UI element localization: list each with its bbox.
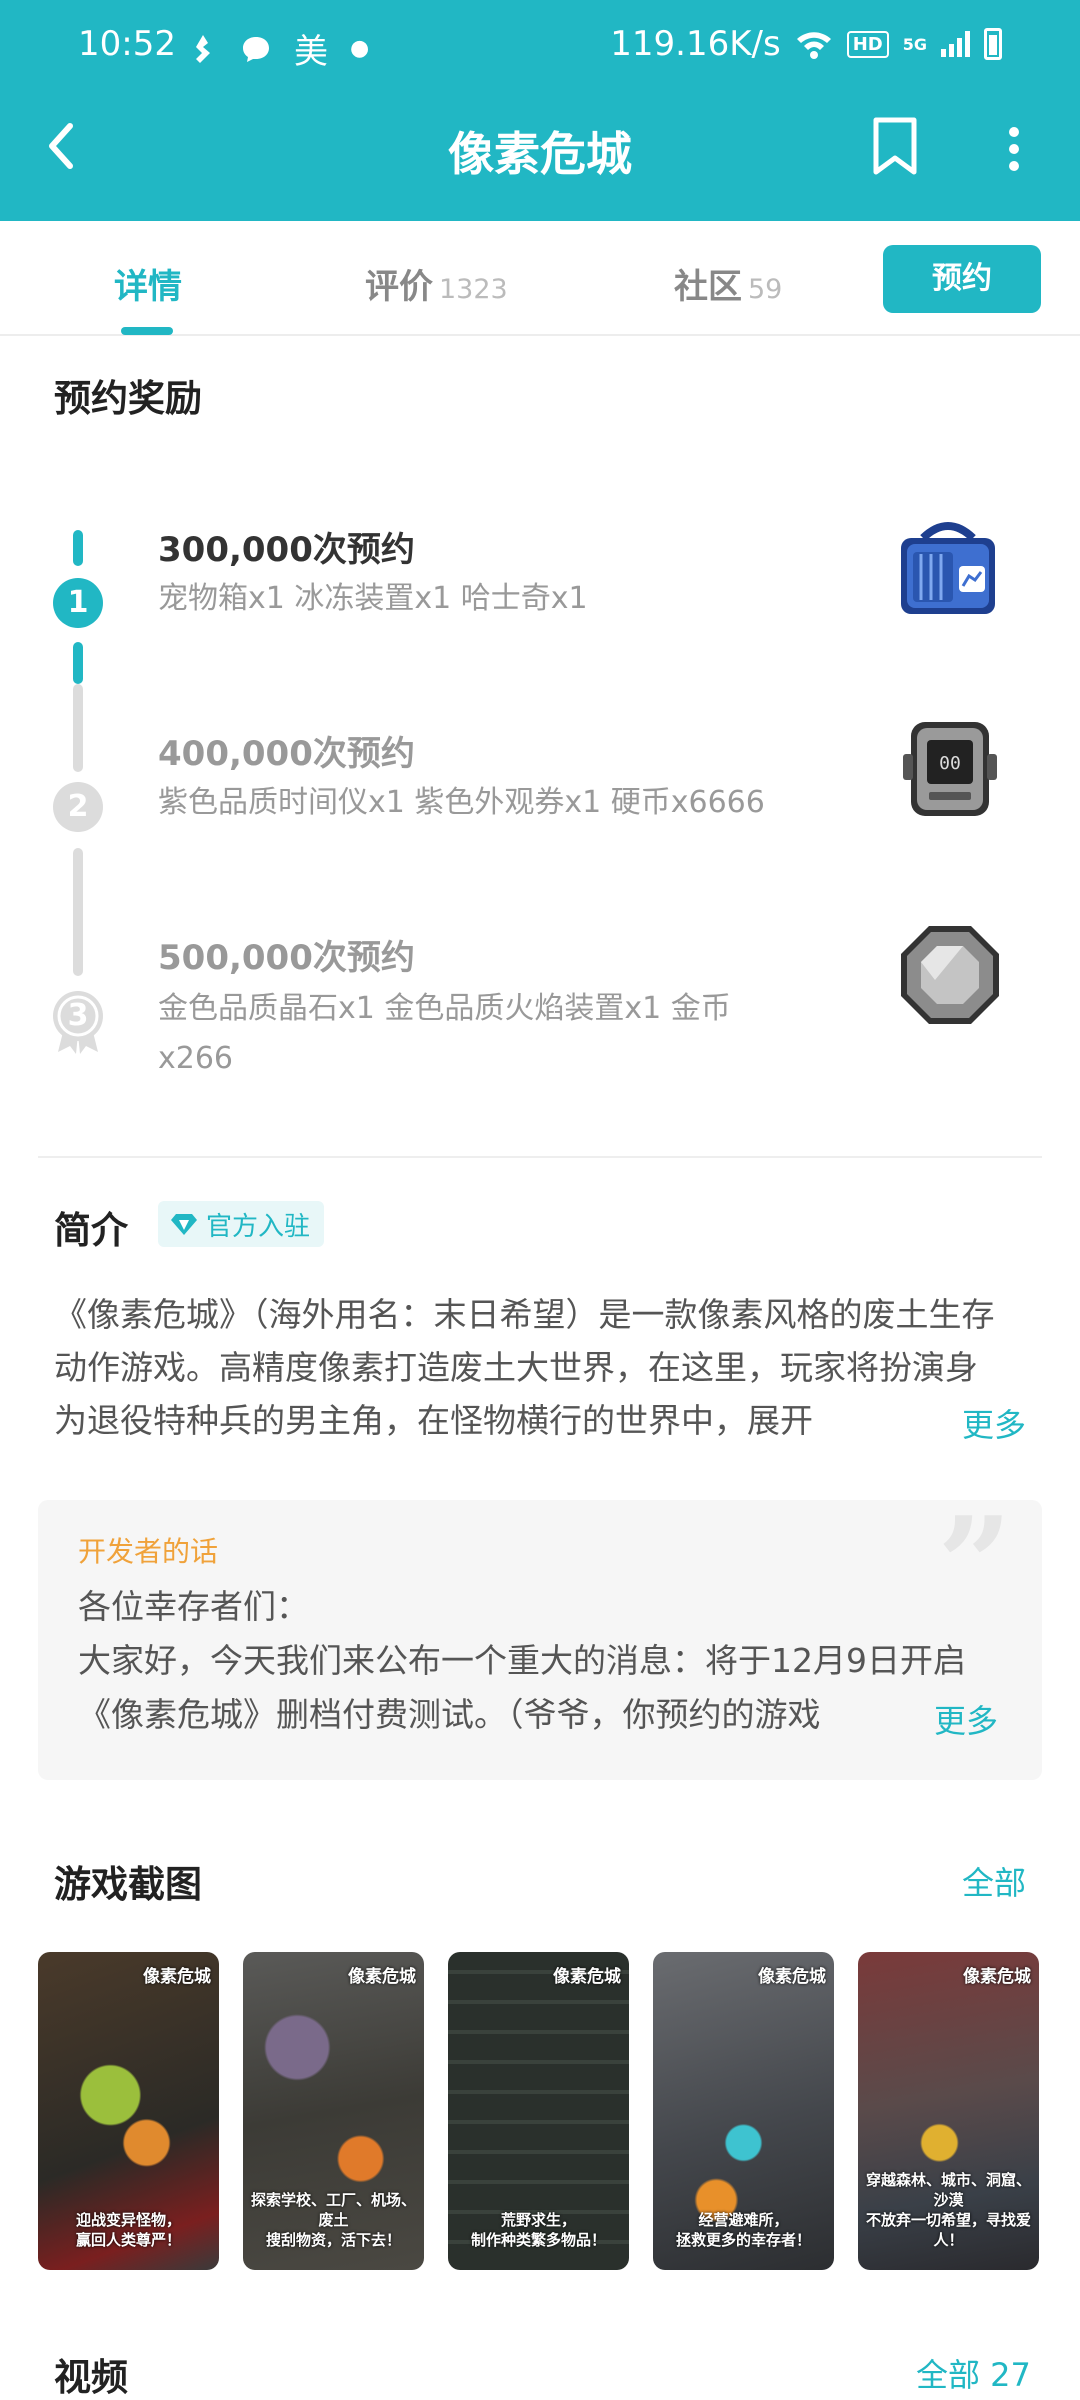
tab-active-indicator: [121, 327, 173, 335]
top-bar: 10:52 美 ● 119.16K/s HD 5G 像素危城: [0, 0, 1080, 221]
status-time: 10:52: [78, 24, 176, 64]
timeline-segment: [73, 684, 83, 772]
svg-text:00: 00: [939, 753, 961, 774]
intro-heading: 简介: [54, 1209, 128, 1252]
tab-details[interactable]: 详情: [114, 259, 182, 308]
bookmark-icon[interactable]: [868, 116, 922, 176]
screenshot-logo: 像素危城: [553, 1967, 621, 1987]
network-type: 5G: [902, 34, 927, 54]
battery-icon: [984, 28, 1002, 60]
status-right: 119.16K/s HD 5G: [610, 24, 1002, 64]
hd-badge: HD: [846, 30, 889, 58]
developer-note-card[interactable]: ” 开发者的话 各位幸存者们： 大家好，今天我们来公布一个重大的消息：将于12月…: [38, 1500, 1042, 1780]
diamond-icon: [171, 1214, 197, 1235]
tab-community-count: 59: [748, 274, 783, 305]
tab-details-label: 详情: [114, 267, 182, 307]
crystal-icon: [901, 926, 999, 1024]
screenshot-thumbnail[interactable]: 像素危城 穿越森林、城市、洞窟、沙漠 不放弃一切希望，寻找爱人！: [858, 1952, 1039, 2270]
developer-note-label: 开发者的话: [78, 1535, 219, 1568]
status-bar: 10:52 美 ● 119.16K/s HD 5G: [0, 0, 1080, 90]
screenshot-caption: 穿越森林、城市、洞窟、沙漠 不放弃一切希望，寻找爱人！: [865, 2171, 1031, 2249]
intro-text: 《像素危城》（海外用名：末日希望）是一款像素风格的废土生存动作游戏。高精度像素打…: [54, 1295, 995, 1440]
status-notification-icons: 美 ●: [188, 24, 369, 73]
signal-icon: [941, 31, 970, 57]
screenshot-caption: 经营避难所， 拯救更多的幸存者！: [675, 2211, 811, 2249]
videos-heading: 视频: [54, 2356, 128, 2399]
screenshots-all-link[interactable]: 全部: [962, 1858, 1026, 1904]
reward-1-title: 300,000次预约: [158, 530, 415, 570]
tab-bar: 详情 评价 1323 社区 59 预约: [0, 221, 1080, 336]
tab-reviews-label: 评价: [365, 267, 433, 307]
screenshot-caption: 荒野求生， 制作种类繁多物品！: [470, 2211, 606, 2249]
more-options-icon[interactable]: [1004, 124, 1024, 174]
developer-note-text: 各位幸存者们： 大家好，今天我们来公布一个重大的消息：将于12月9日开启《像素危…: [78, 1587, 966, 1734]
timeline-segment: [73, 530, 83, 566]
reward-step-1-marker: 1: [53, 578, 103, 628]
screenshot-strip: 像素危城 迎战变异怪物， 赢回人类尊严！ 像素危城 探索学校、工厂、机场、废土 …: [38, 1952, 1039, 2270]
reward-3-desc: 金色品质晶石x1 金色品质火焰装置x1 金币x266: [158, 991, 731, 1076]
wifi-icon: [796, 32, 831, 59]
screenshot-logo: 像素危城: [963, 1967, 1031, 1987]
reward-3-title: 500,000次预约: [158, 938, 415, 978]
chat-icon: [243, 36, 269, 62]
app-notification-icon: [196, 34, 210, 63]
pet-crate-icon: [901, 522, 995, 614]
dot-icon: ●: [350, 36, 370, 61]
time-device-icon: 00: [903, 722, 997, 816]
official-badge-label: 官方入驻: [206, 1211, 311, 1242]
timeline-segment: [73, 848, 83, 976]
tab-community-label: 社区: [674, 267, 742, 307]
title-bar: 像素危城: [0, 90, 1080, 221]
screenshot-thumbnail[interactable]: 像素危城 荒野求生， 制作种类繁多物品！: [448, 1952, 629, 2270]
intro-more-link[interactable]: 更多: [922, 1400, 1027, 1446]
screenshot-caption: 迎战变异怪物， 赢回人类尊严！: [75, 2211, 181, 2249]
official-badge: 官方入驻: [158, 1201, 325, 1247]
screenshot-logo: 像素危城: [143, 1967, 211, 1987]
reward-2-title: 400,000次预约: [158, 734, 415, 774]
timeline-segment: [73, 642, 83, 684]
section-divider: [38, 1156, 1042, 1158]
reserve-button[interactable]: 预约: [883, 245, 1041, 313]
screenshot-logo: 像素危城: [758, 1967, 826, 1987]
videos-all-link[interactable]: 全部 27: [916, 2350, 1031, 2396]
screenshot-caption: 探索学校、工厂、机场、废土 搜刮物资，活下去！: [250, 2191, 416, 2249]
screenshot-logo: 像素危城: [348, 1967, 416, 1987]
net-speed: 119.16K/s: [610, 24, 781, 64]
tab-community[interactable]: 社区 59: [674, 259, 782, 308]
tab-reviews-count: 1323: [439, 274, 508, 305]
status-left-text: 美: [294, 32, 328, 72]
reward-2-desc: 紫色品质时间仪x1 紫色外观券x1 硬币x6666: [158, 785, 765, 820]
screenshot-thumbnail[interactable]: 像素危城 迎战变异怪物， 赢回人类尊严！: [38, 1952, 219, 2270]
screenshots-heading: 游戏截图: [54, 1863, 202, 1906]
tab-reviews[interactable]: 评价 1323: [365, 259, 508, 308]
screenshot-thumbnail[interactable]: 像素危城 探索学校、工厂、机场、废土 搜刮物资，活下去！: [243, 1952, 424, 2270]
reward-1-desc: 宠物箱x1 冰冻装置x1 哈士奇x1: [158, 581, 588, 616]
developer-note-more-link[interactable]: 更多: [894, 1696, 999, 1742]
reward-step-3-marker: 3: [67, 998, 89, 1033]
rewards-heading: 预约奖励: [54, 377, 202, 420]
screenshot-thumbnail[interactable]: 像素危城 经营避难所， 拯救更多的幸存者！: [653, 1952, 834, 2270]
reward-step-2-marker: 2: [53, 782, 103, 832]
